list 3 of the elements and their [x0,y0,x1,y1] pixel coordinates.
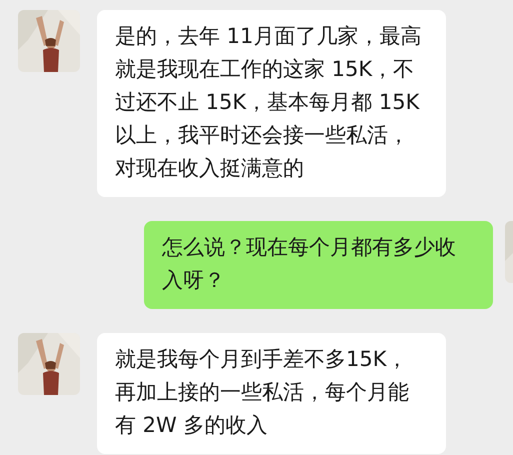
message-text: 怎么说？现在每个月都有多少收入呀？ [162,234,457,294]
message-text: 是的，去年 11月面了几家，最高就是我现在工作的这家 15K，不过还不止 15K，基本每月都 15K以上，我平时还会接一些私活，对现在收入挺满意的 [115,23,422,182]
message-text: 就是我每个月到手差不多15K，再加上接的一些私活，每个月能有 2W 多的收入 [115,346,410,439]
